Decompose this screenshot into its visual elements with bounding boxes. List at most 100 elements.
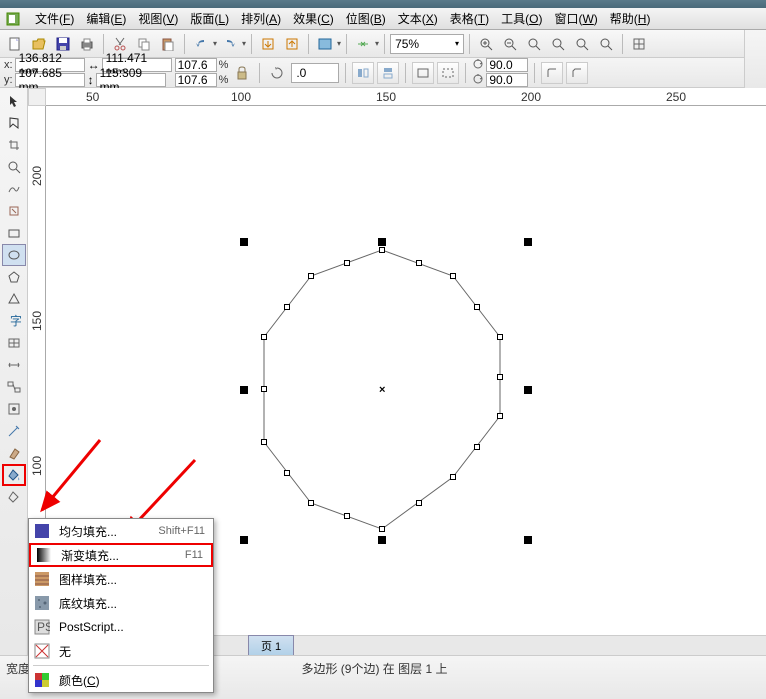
center-marker[interactable]: × — [379, 384, 385, 396]
freehand-tool[interactable] — [2, 178, 26, 200]
redo-button[interactable]: ▾ — [219, 33, 246, 55]
selection-handle[interactable] — [240, 386, 248, 394]
menu-x[interactable]: 文本(X) — [392, 8, 444, 29]
smart-fill-tool[interactable] — [2, 200, 26, 222]
pick-tool[interactable] — [2, 90, 26, 112]
menu-h[interactable]: 帮助(H) — [604, 8, 657, 29]
rot-y-input[interactable]: 90.0 — [486, 73, 528, 87]
ctx-item-2[interactable]: 图样填充... — [29, 567, 213, 591]
mirror-v-button[interactable] — [377, 62, 399, 84]
scale-y-input[interactable]: 107.6 — [175, 73, 217, 87]
text-tool[interactable]: 字 — [2, 310, 26, 332]
ctx-item-5[interactable]: 无 — [29, 639, 213, 663]
polygon-tool[interactable] — [2, 266, 26, 288]
ctx-item-0[interactable]: 均匀填充...Shift+F11 — [29, 519, 213, 543]
ctx-item-3[interactable]: 底纹填充... — [29, 591, 213, 615]
interactive-fill-tool[interactable] — [2, 486, 26, 508]
weld-button[interactable]: ▾ — [352, 33, 379, 55]
node[interactable] — [261, 386, 267, 392]
menu-t[interactable]: 表格(T) — [444, 8, 495, 29]
title-bar — [0, 0, 766, 8]
zoom-page-button[interactable] — [571, 33, 593, 55]
fill-tool[interactable] — [2, 464, 26, 486]
ctx-item-1[interactable]: 渐变填充...F11 — [29, 543, 213, 567]
node[interactable] — [379, 247, 385, 253]
rectangle-tool[interactable] — [2, 222, 26, 244]
y-position-input[interactable]: 107.685 mm — [15, 73, 85, 87]
node[interactable] — [474, 304, 480, 310]
round-corner-button[interactable] — [541, 62, 563, 84]
menu-e[interactable]: 编辑(E) — [80, 8, 132, 29]
node[interactable] — [379, 526, 385, 532]
height-input[interactable]: 115.309 mm — [96, 73, 166, 87]
menu-a[interactable]: 排列(A) — [235, 8, 287, 29]
node[interactable] — [450, 273, 456, 279]
mirror-h-button[interactable] — [352, 62, 374, 84]
basic-shapes-tool[interactable] — [2, 288, 26, 310]
lock-ratio-button[interactable] — [231, 62, 253, 84]
app-launcher-button[interactable]: ▾ — [314, 33, 341, 55]
zoom-all-button[interactable] — [595, 33, 617, 55]
node[interactable] — [308, 500, 314, 506]
menu-o[interactable]: 工具(O) — [495, 8, 548, 29]
scale-x-input[interactable]: 107.6 — [175, 58, 217, 72]
node[interactable] — [261, 439, 267, 445]
node[interactable] — [416, 500, 422, 506]
ctx-item-color[interactable]: 颜色(C) — [29, 668, 213, 692]
selection-handle[interactable] — [524, 238, 532, 246]
shape-tool[interactable] — [2, 112, 26, 134]
rotation-input[interactable]: .0 — [291, 63, 339, 83]
ctx-label: PostScript... — [59, 620, 205, 634]
node[interactable] — [497, 374, 503, 380]
node[interactable] — [416, 260, 422, 266]
selection-handle[interactable] — [240, 536, 248, 544]
node[interactable] — [261, 334, 267, 340]
outline-tool[interactable] — [2, 442, 26, 464]
node[interactable] — [474, 444, 480, 450]
ellipse-tool[interactable] — [2, 244, 26, 266]
scallop-button[interactable] — [566, 62, 588, 84]
zoom-out-button[interactable] — [499, 33, 521, 55]
connector-tool[interactable] — [2, 376, 26, 398]
right-panel-toggle[interactable] — [744, 30, 766, 90]
node[interactable] — [344, 260, 350, 266]
shape-button-1[interactable] — [412, 62, 434, 84]
selection-handle[interactable] — [524, 536, 532, 544]
menu-b[interactable]: 位图(B) — [340, 8, 392, 29]
node[interactable] — [450, 474, 456, 480]
node[interactable] — [497, 413, 503, 419]
node[interactable] — [308, 273, 314, 279]
interactive-tool[interactable] — [2, 398, 26, 420]
zoom-selection-button[interactable] — [547, 33, 569, 55]
eyedropper-tool[interactable] — [2, 420, 26, 442]
ctx-shortcut: F11 — [185, 549, 203, 561]
node[interactable] — [344, 513, 350, 519]
undo-button[interactable]: ▾ — [190, 33, 217, 55]
export-button[interactable] — [281, 33, 303, 55]
selection-handle[interactable] — [240, 238, 248, 246]
menu-v[interactable]: 视图(V) — [132, 8, 184, 29]
zoom-fit-button[interactable] — [523, 33, 545, 55]
menu-f[interactable]: 文件(F) — [29, 8, 80, 29]
zoom-combo[interactable]: 75%▾ — [390, 34, 464, 54]
selection-handle[interactable] — [378, 536, 386, 544]
zoom-tool[interactable] — [2, 156, 26, 178]
rot-x-input[interactable]: 90.0 — [486, 58, 528, 72]
ctx-item-4[interactable]: PSPostScript... — [29, 615, 213, 639]
snap-button[interactable] — [628, 33, 650, 55]
page-tab-1[interactable]: 页 1 — [248, 635, 294, 656]
table-tool[interactable] — [2, 332, 26, 354]
node[interactable] — [284, 470, 290, 476]
node[interactable] — [284, 304, 290, 310]
selection-handle[interactable] — [524, 386, 532, 394]
crop-tool[interactable] — [2, 134, 26, 156]
menu-l[interactable]: 版面(L) — [184, 8, 235, 29]
shape-button-2[interactable] — [437, 62, 459, 84]
import-button[interactable] — [257, 33, 279, 55]
zoom-in-button[interactable] — [475, 33, 497, 55]
selection-handle[interactable] — [378, 238, 386, 246]
dimension-tool[interactable] — [2, 354, 26, 376]
node[interactable] — [497, 334, 503, 340]
menu-w[interactable]: 窗口(W) — [548, 8, 603, 29]
menu-c[interactable]: 效果(C) — [287, 8, 340, 29]
